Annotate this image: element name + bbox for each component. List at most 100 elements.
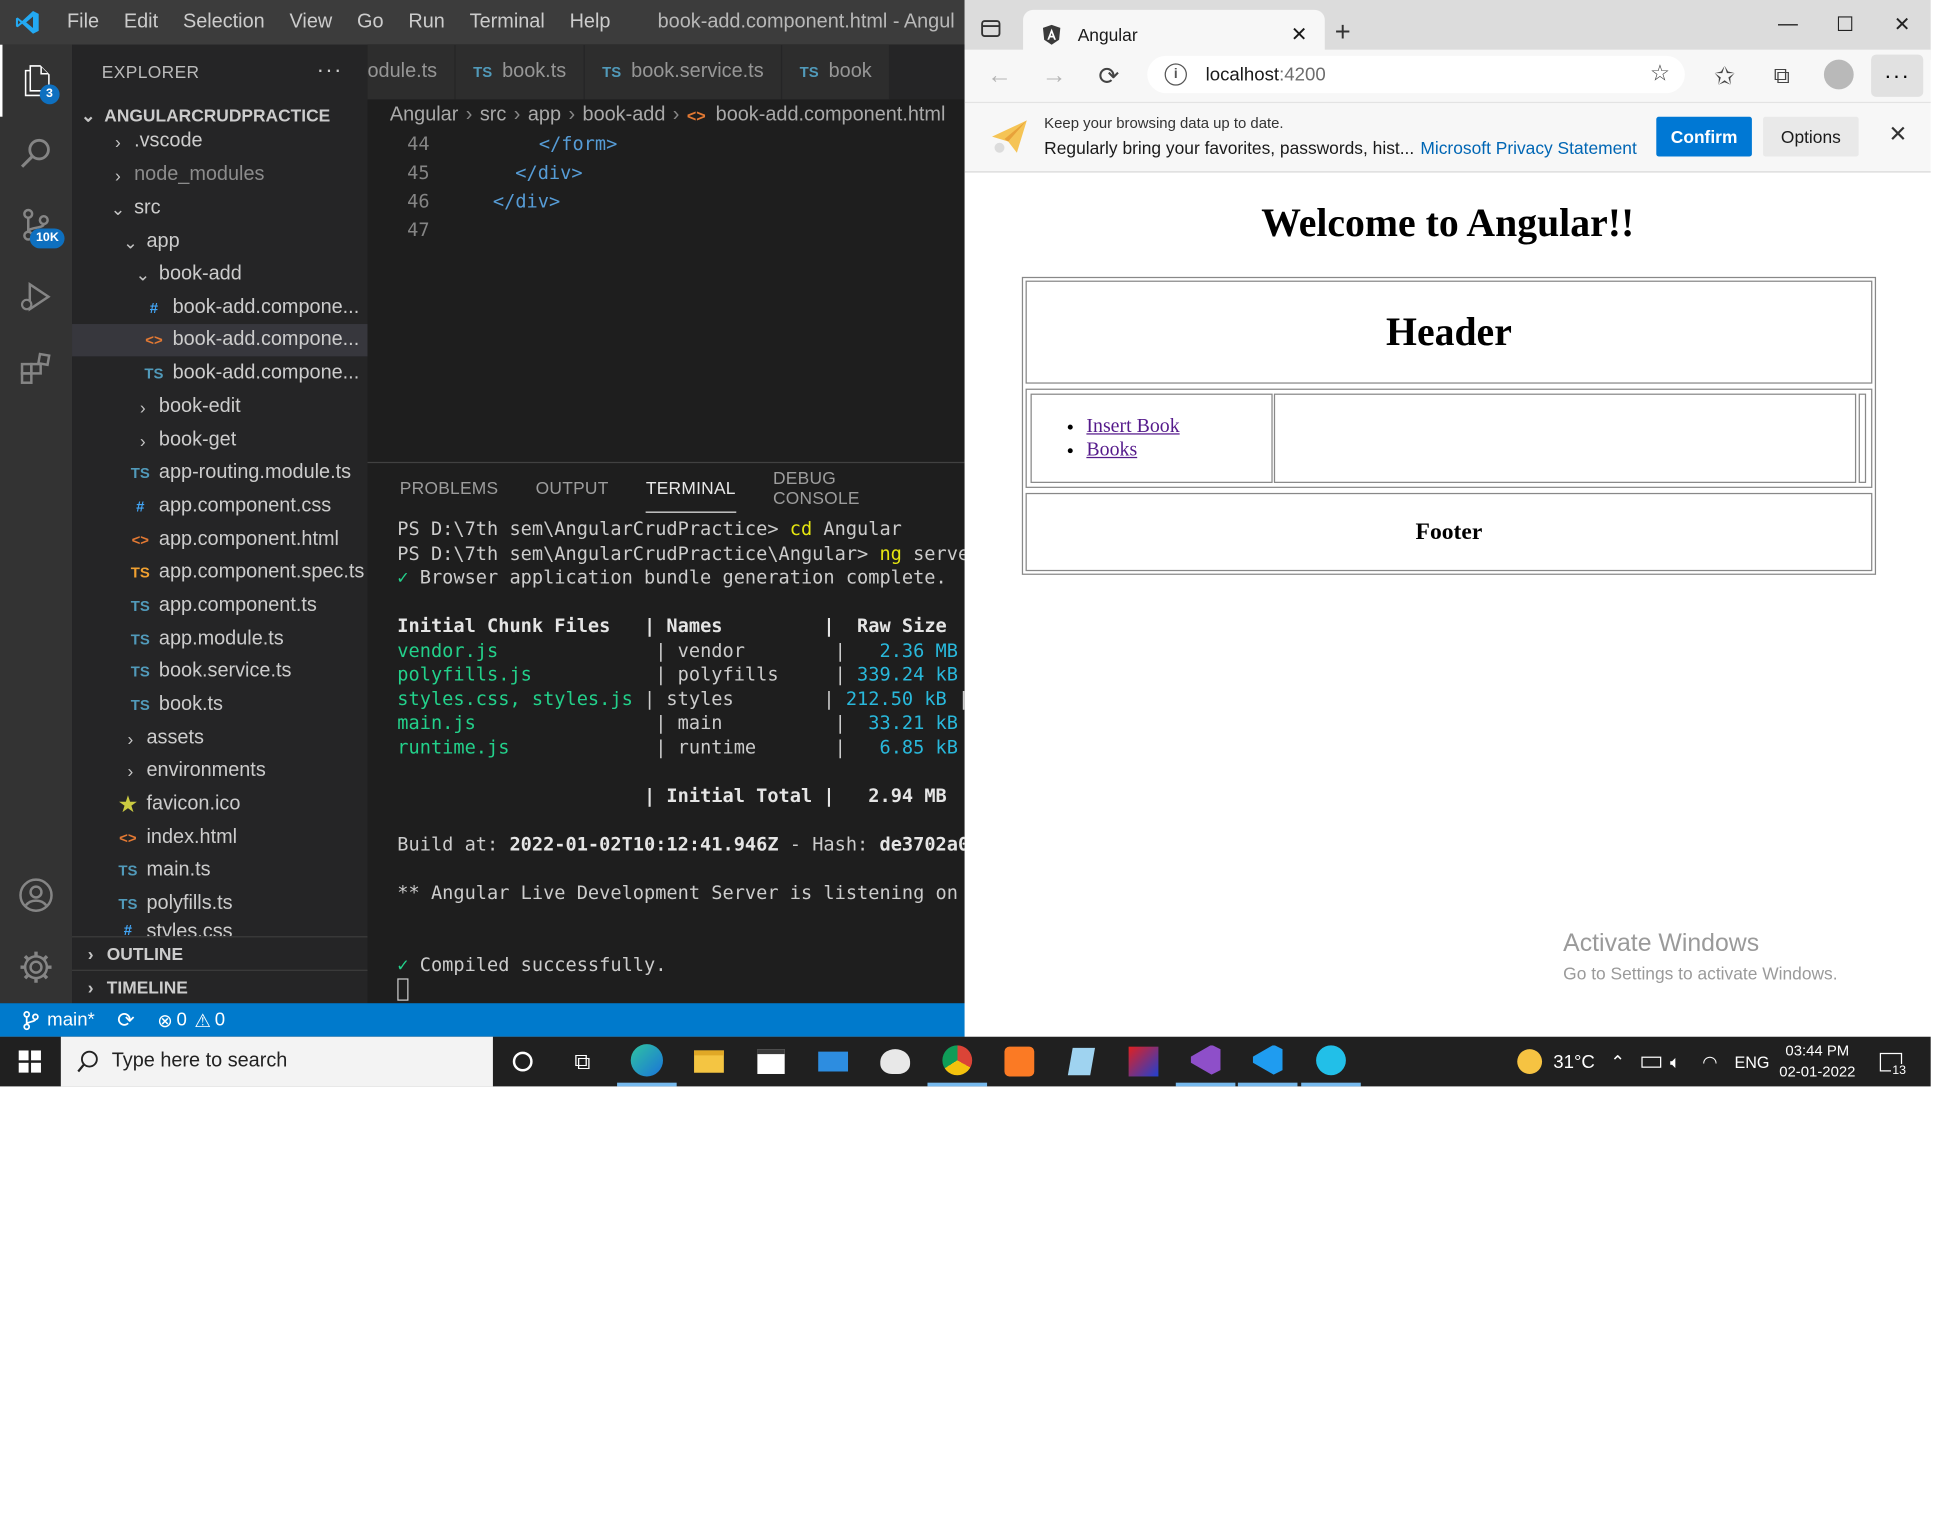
tree-item-book-service[interactable]: TS book.service.ts bbox=[72, 656, 368, 688]
site-info-icon[interactable]: i bbox=[1164, 63, 1187, 86]
tab-problems[interactable]: PROBLEMS bbox=[400, 463, 499, 513]
problems-status[interactable]: ⊗ 0 ⚠ 0 bbox=[157, 1009, 225, 1031]
menu-file[interactable]: File bbox=[55, 0, 112, 45]
tree-item-book-edit[interactable]: › book-edit bbox=[72, 391, 368, 423]
tree-item-index-html[interactable]: <> index.html bbox=[72, 822, 368, 854]
tree-item-book-add-ts[interactable]: TS book-add.compone... bbox=[72, 358, 368, 390]
sync-status[interactable]: ⟳ bbox=[117, 1008, 135, 1033]
tab-book-ts[interactable]: TS book.ts bbox=[455, 44, 585, 100]
vscode-taskbar-icon[interactable] bbox=[1237, 1037, 1298, 1087]
store-icon[interactable] bbox=[741, 1037, 801, 1087]
cortana-icon[interactable] bbox=[493, 1037, 553, 1087]
extensions-activity-button[interactable] bbox=[0, 333, 72, 405]
tree-item-favicon[interactable]: ★ favicon.ico bbox=[72, 788, 368, 820]
accounts-activity-button[interactable] bbox=[0, 859, 72, 931]
insert-book-link[interactable]: Insert Book bbox=[1086, 416, 1179, 437]
wifi-icon[interactable]: ◠ bbox=[1702, 1037, 1717, 1087]
books-link[interactable]: Books bbox=[1086, 440, 1137, 461]
tree-item-book-get[interactable]: › book-get bbox=[72, 425, 368, 457]
branch-status[interactable]: main* bbox=[22, 1009, 95, 1031]
breadcrumb-item[interactable]: app bbox=[528, 104, 561, 126]
close-notification-icon[interactable]: ✕ bbox=[1888, 122, 1907, 148]
timeline-section[interactable]: › TIMELINE bbox=[72, 969, 368, 1004]
show-hidden-icons[interactable]: ⌃ bbox=[1610, 1037, 1625, 1087]
new-tab-icon[interactable]: + bbox=[1335, 16, 1351, 48]
code-line[interactable]: 47 bbox=[368, 215, 429, 244]
favorites-icon[interactable]: ✩ bbox=[1697, 53, 1752, 98]
add-favorite-icon[interactable]: ☆ bbox=[1650, 61, 1670, 87]
tree-item-app-html[interactable]: <> app.component.html bbox=[72, 524, 368, 556]
close-window-icon[interactable]: ✕ bbox=[1874, 0, 1931, 50]
close-icon[interactable]: ✕ bbox=[1291, 22, 1308, 47]
visual-studio-icon[interactable] bbox=[1175, 1037, 1236, 1087]
file-explorer-icon[interactable] bbox=[679, 1037, 739, 1087]
tab-output[interactable]: OUTPUT bbox=[536, 463, 609, 513]
menu-selection[interactable]: Selection bbox=[171, 0, 278, 45]
tree-item-book-ts[interactable]: TS book.ts bbox=[72, 689, 368, 721]
breadcrumb-item[interactable]: Angular bbox=[390, 104, 458, 126]
tree-item-app-spec[interactable]: TS app.component.spec.ts bbox=[72, 556, 368, 588]
tab-actions-icon[interactable] bbox=[980, 17, 1002, 46]
menu-run[interactable]: Run bbox=[396, 0, 457, 45]
tree-item-src[interactable]: ⌄ src bbox=[72, 192, 368, 224]
menu-terminal[interactable]: Terminal bbox=[457, 0, 557, 45]
menu-edit[interactable]: Edit bbox=[111, 0, 170, 45]
mail-icon[interactable] bbox=[803, 1037, 863, 1087]
language-indicator[interactable]: ENG bbox=[1735, 1037, 1770, 1087]
paint-icon[interactable] bbox=[865, 1037, 925, 1087]
tree-item-vscode[interactable]: › .vscode bbox=[72, 125, 368, 157]
tree-item-app-module[interactable]: TS app.module.ts bbox=[72, 623, 368, 655]
snipping-tool-icon[interactable] bbox=[1114, 1037, 1174, 1087]
manage-activity-button[interactable] bbox=[0, 931, 72, 1003]
task-view-icon[interactable]: ⧉ bbox=[553, 1037, 613, 1087]
options-button[interactable]: Options bbox=[1763, 116, 1859, 157]
more-actions-icon[interactable]: ··· bbox=[317, 57, 343, 83]
profile-avatar[interactable] bbox=[1823, 59, 1854, 90]
tab-book-service[interactable]: TS book.service.ts bbox=[584, 44, 783, 100]
menu-help[interactable]: Help bbox=[557, 0, 623, 45]
outline-section[interactable]: › OUTLINE bbox=[72, 936, 368, 970]
forward-icon[interactable]: → bbox=[1027, 53, 1082, 98]
code-line[interactable]: 46 </div> bbox=[368, 186, 560, 215]
source-control-activity-button[interactable]: 10K bbox=[0, 189, 72, 261]
windows-start-icon[interactable] bbox=[0, 1037, 60, 1087]
tree-item-assets[interactable]: › assets bbox=[72, 723, 368, 755]
explorer-activity-button[interactable]: 3 bbox=[0, 44, 72, 117]
edge-icon[interactable] bbox=[617, 1037, 677, 1087]
code-line[interactable]: 44 </form> bbox=[368, 129, 617, 158]
action-center[interactable]: 13 bbox=[1879, 1037, 1908, 1087]
tree-item-book-add-css[interactable]: # book-add.compone... bbox=[72, 292, 368, 324]
tab-module[interactable]: odule.ts bbox=[367, 44, 456, 100]
tree-item-app-ts[interactable]: TS app.component.ts bbox=[72, 590, 368, 622]
tree-item-polyfills[interactable]: TS polyfills.ts bbox=[72, 888, 368, 920]
battery-icon[interactable] bbox=[1641, 1037, 1662, 1087]
run-debug-activity-button[interactable] bbox=[0, 261, 72, 333]
tree-item-book-add-html[interactable]: <> book-add.compone... bbox=[72, 324, 368, 357]
volume-icon[interactable]: 🔈︎ bbox=[1670, 1037, 1680, 1087]
search-activity-button[interactable] bbox=[0, 117, 72, 189]
tree-item-styles[interactable]: # styles.css bbox=[72, 921, 368, 936]
taskbar-search[interactable]: Type here to search bbox=[60, 1036, 493, 1087]
tab-terminal[interactable]: TERMINAL bbox=[645, 463, 736, 513]
menu-go[interactable]: Go bbox=[345, 0, 396, 45]
breadcrumb-item[interactable]: book-add.component.html bbox=[716, 104, 946, 126]
tree-item-node-modules[interactable]: › node_modules bbox=[72, 159, 368, 191]
tree-item-app[interactable]: ⌄ app bbox=[72, 226, 368, 258]
notepad-icon[interactable] bbox=[1052, 1037, 1112, 1087]
tree-item-app-css[interactable]: # app.component.css bbox=[72, 490, 368, 522]
code-line[interactable]: 45 </div> bbox=[368, 158, 582, 187]
confirm-button[interactable]: Confirm bbox=[1656, 116, 1752, 157]
collections-icon[interactable]: ⧉ bbox=[1754, 53, 1809, 98]
minimize-icon[interactable]: — bbox=[1759, 0, 1816, 50]
tab-debug-console[interactable]: DEBUG CONSOLE bbox=[773, 463, 928, 513]
breadcrumb-item[interactable]: book-add bbox=[583, 104, 666, 126]
maximize-icon[interactable]: ☐ bbox=[1816, 0, 1873, 50]
refresh-icon[interactable]: ⟳ bbox=[1081, 53, 1136, 98]
tree-item-environments[interactable]: › environments bbox=[72, 755, 368, 787]
tree-item-main-ts[interactable]: TS main.ts bbox=[72, 854, 368, 886]
terminal-output[interactable]: PS D:\7th sem\AngularCrudPractice> cd An… bbox=[397, 518, 965, 1002]
privacy-statement-link[interactable]: Microsoft Privacy Statement bbox=[1420, 138, 1636, 158]
xampp-icon[interactable] bbox=[990, 1037, 1050, 1087]
menu-view[interactable]: View bbox=[277, 0, 345, 45]
tab-book-truncated[interactable]: TS book bbox=[782, 44, 891, 100]
